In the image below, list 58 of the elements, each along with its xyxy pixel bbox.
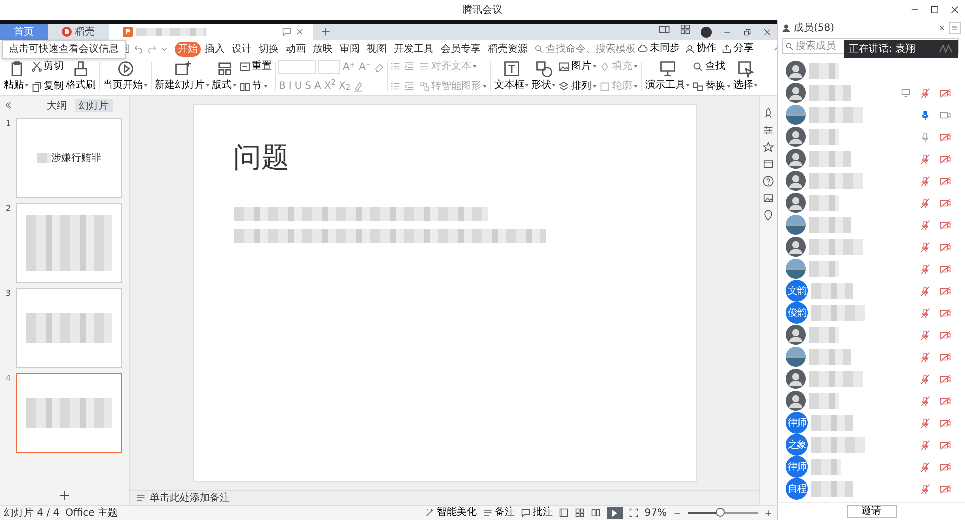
ribbon-tab[interactable]: 稻壳资源 xyxy=(485,42,531,56)
ribbon-button[interactable]: 新建幻灯片 xyxy=(154,60,211,93)
ribbon-tab[interactable]: 放映 xyxy=(310,42,336,56)
ribbon-tab[interactable]: 插入 xyxy=(202,42,228,56)
ribbon-button[interactable]: 图片 xyxy=(557,60,598,73)
toolbar-button[interactable]: 未同步 xyxy=(638,44,680,54)
notes-field[interactable]: 单击此处添加备注 xyxy=(150,490,230,506)
slide-thumbnail[interactable]: 涉嫌行贿罪 xyxy=(16,118,122,198)
ribbon-button[interactable]: 节 xyxy=(238,80,273,93)
ribbon-button[interactable]: 排列 xyxy=(557,80,598,93)
slide-text: 涉嫌行贿罪 xyxy=(52,152,102,166)
ribbon-button[interactable]: 重置 xyxy=(238,60,273,73)
ribbon-button[interactable]: 复制 xyxy=(30,80,65,93)
slide-title: 问题 xyxy=(234,141,290,175)
ribbon-button[interactable]: 形状 xyxy=(530,60,558,93)
status-button[interactable]: 批注 xyxy=(520,508,553,518)
panel-tab[interactable]: 幻灯片 xyxy=(75,99,113,112)
ribbon-button[interactable]: 剪切 xyxy=(30,60,65,73)
avatar: 律师 xyxy=(786,412,808,434)
ribbon-button[interactable]: 查找 xyxy=(691,60,732,73)
ribbon-tab[interactable]: 审阅 xyxy=(337,42,363,56)
ribbon-button[interactable]: 当页开始 xyxy=(102,60,149,93)
zoom-value: 97% xyxy=(644,506,667,520)
ribbon-tab[interactable]: 会员专享 xyxy=(438,42,484,56)
toolbar-button[interactable]: 协作 xyxy=(685,44,717,54)
slide-number: 4 xyxy=(6,373,12,385)
tooltip: 点击可快速查看会议信息 xyxy=(2,40,126,59)
ribbon-button[interactable]: 格式刷 xyxy=(65,60,97,93)
avatar: 俊韵 xyxy=(786,302,808,324)
ribbon-button[interactable]: 版式 xyxy=(211,60,238,93)
search-field[interactable]: 查找命令、搜索模板 xyxy=(534,42,636,56)
panel-title: 成员(58) xyxy=(794,22,835,36)
speaking-text: 正在讲话: 袁翔 xyxy=(849,42,916,56)
avatar: 律师 xyxy=(786,456,808,478)
slide-number: 3 xyxy=(6,288,12,300)
ribbon-button[interactable]: 替换 xyxy=(691,80,732,93)
ribbon-tab[interactable]: 切换 xyxy=(256,42,282,56)
ribbon-tab[interactable]: 设计 xyxy=(229,42,255,56)
ribbon-button[interactable]: 文本框 xyxy=(493,60,530,93)
ribbon-button[interactable]: 粘贴 xyxy=(3,60,30,93)
avatar: 之象 xyxy=(786,434,808,456)
invite-button[interactable]: 邀请 xyxy=(846,505,896,518)
panel-tab[interactable]: 大纲 xyxy=(43,99,71,112)
slide-count: 幻灯片 4 / 4 xyxy=(4,506,60,520)
ribbon-tab[interactable]: 动画 xyxy=(283,42,309,56)
ribbon-tab[interactable]: 视图 xyxy=(364,42,390,56)
avatar: 文韵 xyxy=(786,280,808,302)
ribbon-button[interactable]: 演示工具 xyxy=(644,60,692,93)
ribbon-tab[interactable]: 开发工具 xyxy=(391,42,437,56)
ribbon-button[interactable]: 选择 xyxy=(732,60,760,93)
theme-name: Office 主题 xyxy=(66,506,118,520)
toolbar-button[interactable]: 分享 xyxy=(722,44,754,54)
slide-number: 2 xyxy=(6,203,12,215)
window-title: 腾讯会议 xyxy=(462,4,502,18)
avatar: 自程 xyxy=(786,478,808,500)
status-button[interactable]: 备注 xyxy=(482,508,515,518)
status-button[interactable]: 智能美化 xyxy=(424,508,477,518)
slide-number: 1 xyxy=(6,118,12,130)
